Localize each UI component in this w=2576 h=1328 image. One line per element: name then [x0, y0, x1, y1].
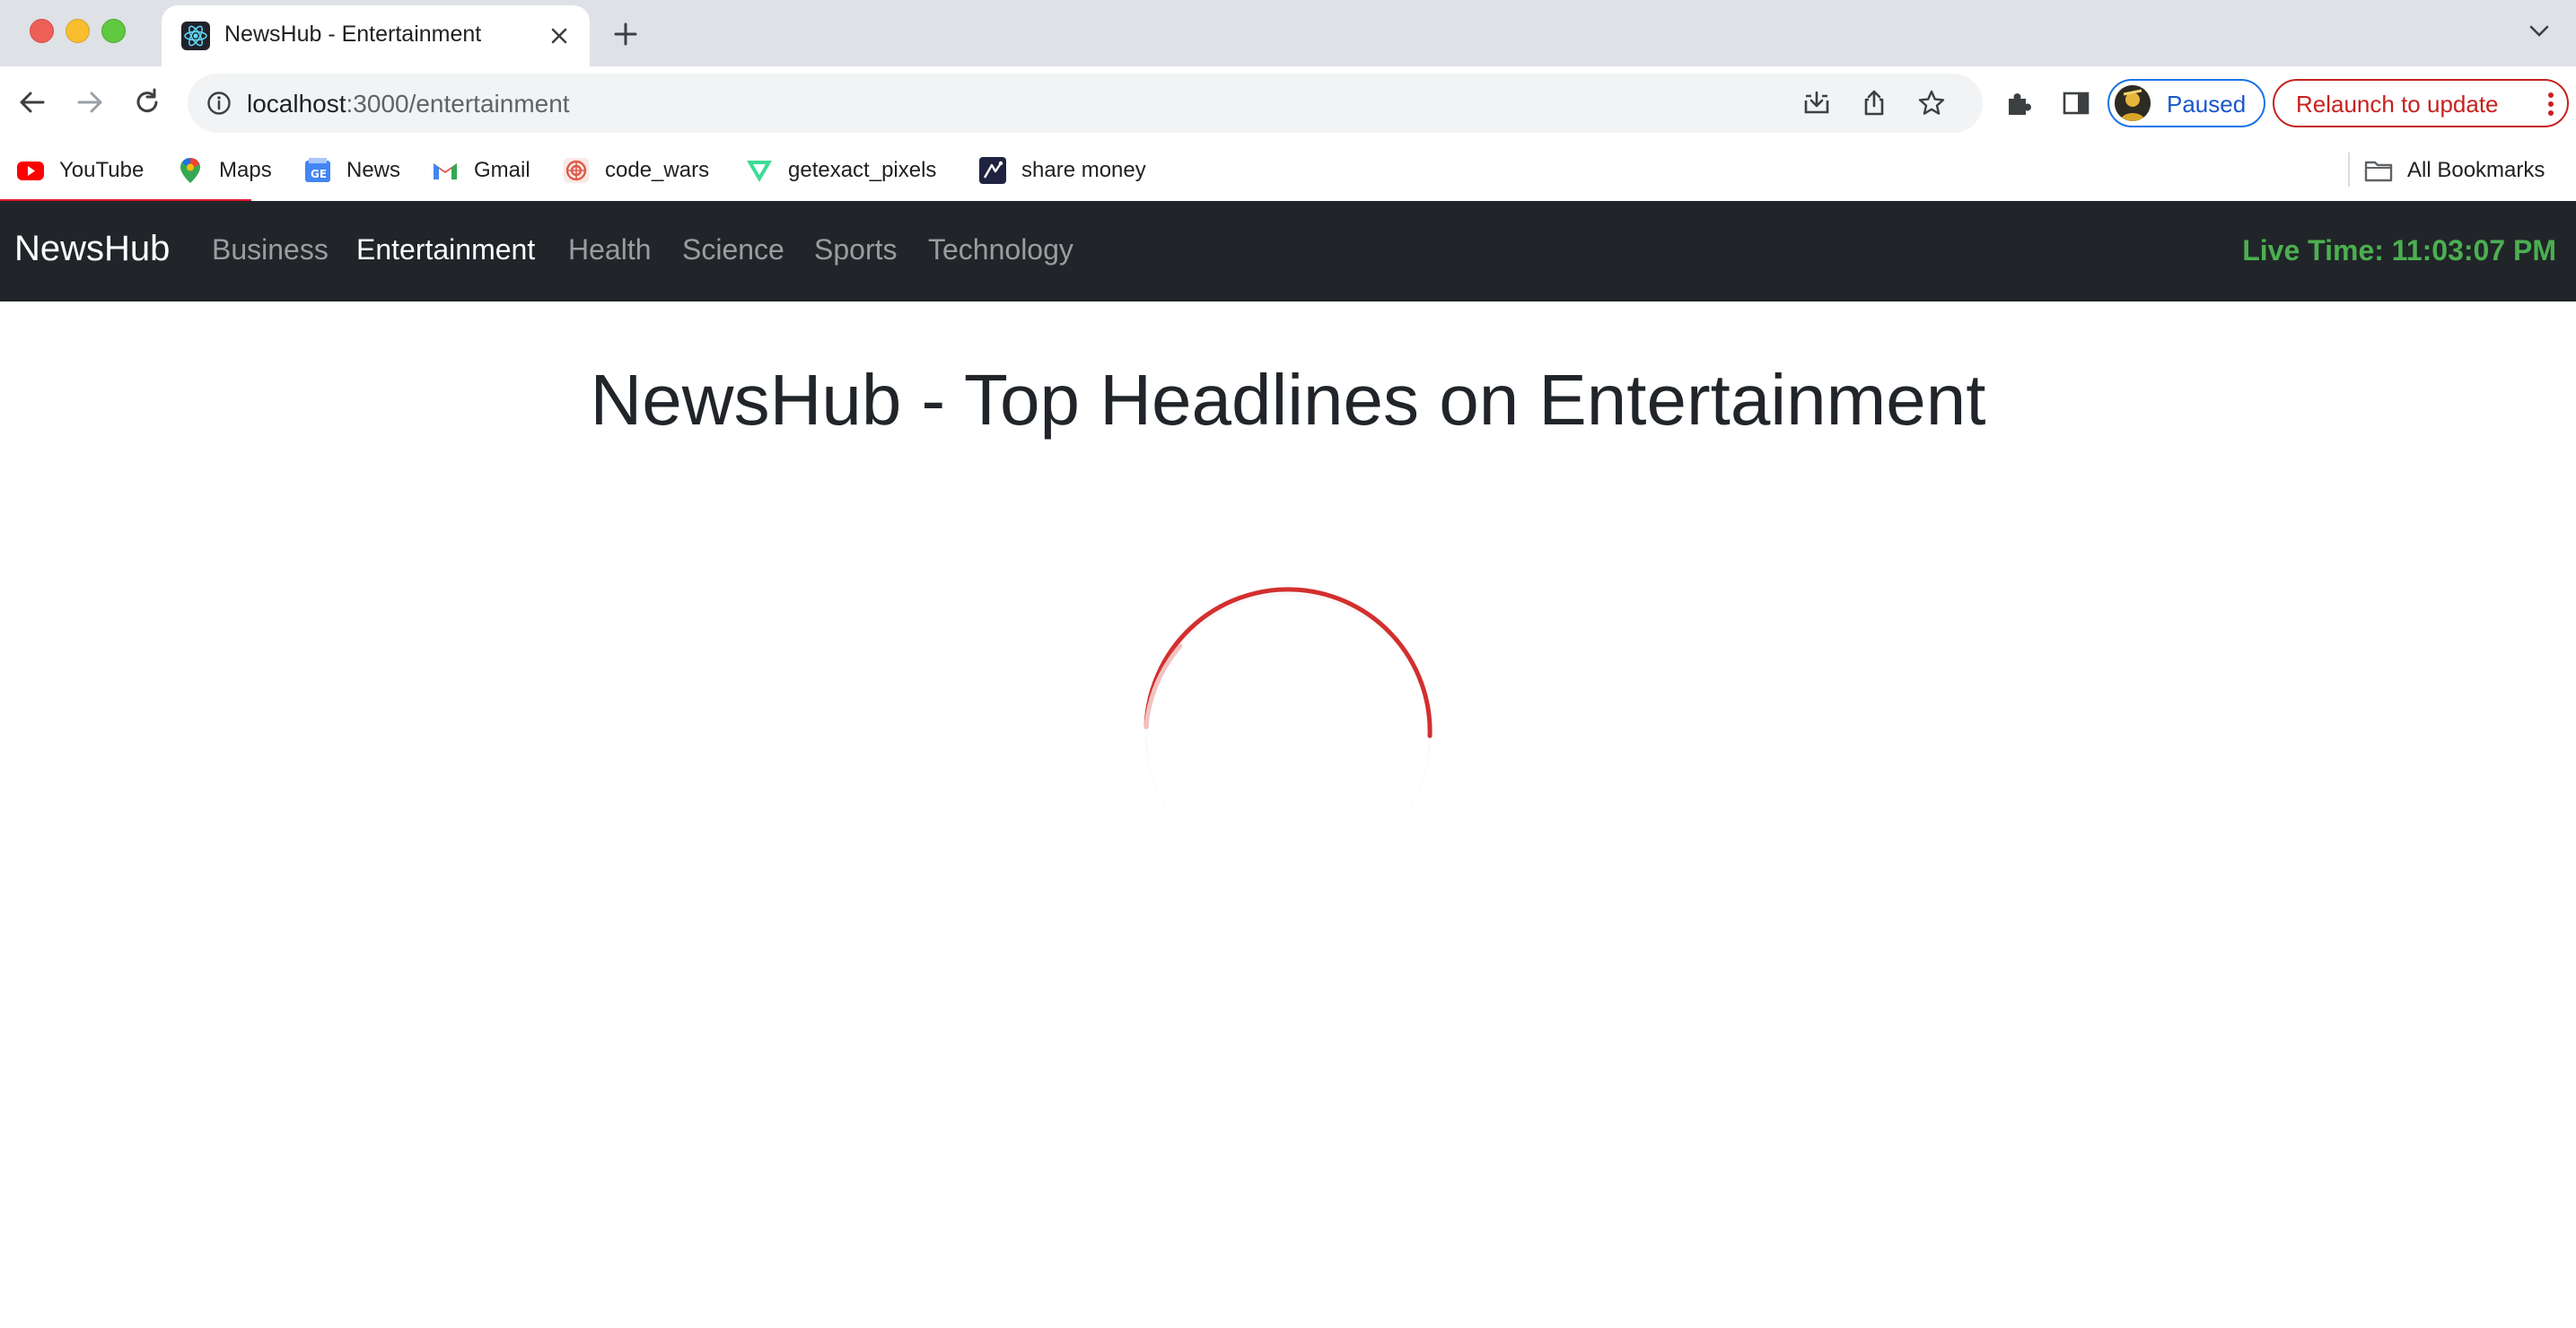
- maps-icon: [176, 156, 205, 185]
- nav-link-sports[interactable]: Sports: [814, 233, 897, 266]
- bookmarks-divider: [2348, 153, 2350, 187]
- all-bookmarks-label: All Bookmarks: [2407, 158, 2545, 182]
- page-title: NewsHub - Top Headlines on Entertainment: [590, 360, 1986, 440]
- url-text: localhost:3000/entertainment: [247, 90, 570, 118]
- relaunch-label: Relaunch to update: [2296, 91, 2499, 118]
- nav-link-technology[interactable]: Technology: [928, 233, 1073, 266]
- google-news-icon: GE: [303, 156, 332, 185]
- browser-tab-strip: NewsHub - Entertainment: [0, 0, 2576, 66]
- all-bookmarks-button[interactable]: All Bookmarks: [2364, 153, 2545, 188]
- bookmark-label: share money: [1021, 158, 1146, 182]
- live-time-clock: Live Time: 11:03:07 PM: [2242, 234, 2556, 266]
- close-window-button[interactable]: [30, 19, 54, 43]
- folder-icon: [2364, 156, 2393, 185]
- bookmark-share-money[interactable]: share money: [978, 153, 1146, 188]
- bookmarks-bar: YouTube Maps GE News Gmail code_wars get…: [0, 140, 2576, 201]
- nav-link-business[interactable]: Business: [212, 233, 329, 266]
- bookmark-label: getexact_pixels: [788, 158, 937, 182]
- new-tab-icon[interactable]: [611, 20, 640, 48]
- bookmark-code-wars[interactable]: code_wars: [562, 153, 709, 188]
- bookmark-label: News: [346, 158, 401, 182]
- gmail-icon: [431, 156, 460, 185]
- more-vertical-icon[interactable]: [2547, 92, 2554, 117]
- nav-link-entertainment[interactable]: Entertainment: [356, 233, 535, 266]
- bookmark-news[interactable]: GE News: [303, 153, 400, 188]
- maximize-window-button[interactable]: [101, 19, 126, 43]
- side-panel-icon[interactable]: [2061, 88, 2091, 118]
- nav-link-health[interactable]: Health: [568, 233, 652, 266]
- chevron-down-icon[interactable]: [2529, 25, 2549, 38]
- getexact-pixels-icon: [745, 156, 774, 185]
- avatar: [2115, 85, 2151, 121]
- profile-status-label: Paused: [2167, 91, 2247, 118]
- bookmark-star-icon[interactable]: [1916, 88, 1947, 118]
- react-atom-icon: [181, 22, 210, 50]
- url-host: localhost: [247, 90, 346, 118]
- share-money-icon: [978, 156, 1007, 185]
- site-info-icon[interactable]: [206, 90, 232, 117]
- relaunch-to-update-button[interactable]: Relaunch to update: [2273, 79, 2569, 127]
- browser-tab[interactable]: NewsHub - Entertainment: [162, 5, 590, 66]
- forward-arrow-icon[interactable]: [74, 86, 106, 118]
- bookmark-label: Gmail: [474, 158, 530, 182]
- tab-title: NewsHub - Entertainment: [224, 22, 482, 47]
- install-app-icon[interactable]: [1801, 88, 1832, 118]
- youtube-icon: [16, 156, 45, 185]
- share-icon[interactable]: [1859, 88, 1889, 118]
- reload-icon[interactable]: [131, 86, 163, 118]
- address-bar[interactable]: localhost:3000/entertainment: [188, 74, 1983, 133]
- codewars-icon: [562, 156, 591, 185]
- app-navbar: NewsHub Business Entertainment Health Sc…: [0, 201, 2576, 301]
- close-tab-icon[interactable]: [547, 23, 572, 48]
- extensions-puzzle-icon[interactable]: [2003, 88, 2034, 118]
- bookmark-youtube[interactable]: YouTube: [16, 153, 144, 188]
- svg-text:GE: GE: [311, 168, 327, 180]
- navbar-brand[interactable]: NewsHub: [14, 229, 170, 269]
- bookmark-gmail[interactable]: Gmail: [431, 153, 530, 188]
- bookmark-maps[interactable]: Maps: [176, 153, 272, 188]
- bookmark-label: YouTube: [59, 158, 145, 182]
- nav-link-science[interactable]: Science: [682, 233, 784, 266]
- profile-paused-button[interactable]: Paused: [2107, 79, 2265, 127]
- bookmark-label: Maps: [219, 158, 272, 182]
- url-path: :3000/entertainment: [346, 90, 570, 118]
- bookmark-label: code_wars: [605, 158, 710, 182]
- browser-toolbar: localhost:3000/entertainment Paused Rela…: [0, 66, 2576, 140]
- minimize-window-button[interactable]: [66, 19, 90, 43]
- bookmark-getexact-pixels[interactable]: getexact_pixels: [745, 153, 936, 188]
- loading-spinner: [1108, 556, 1468, 915]
- back-arrow-icon[interactable]: [16, 86, 48, 118]
